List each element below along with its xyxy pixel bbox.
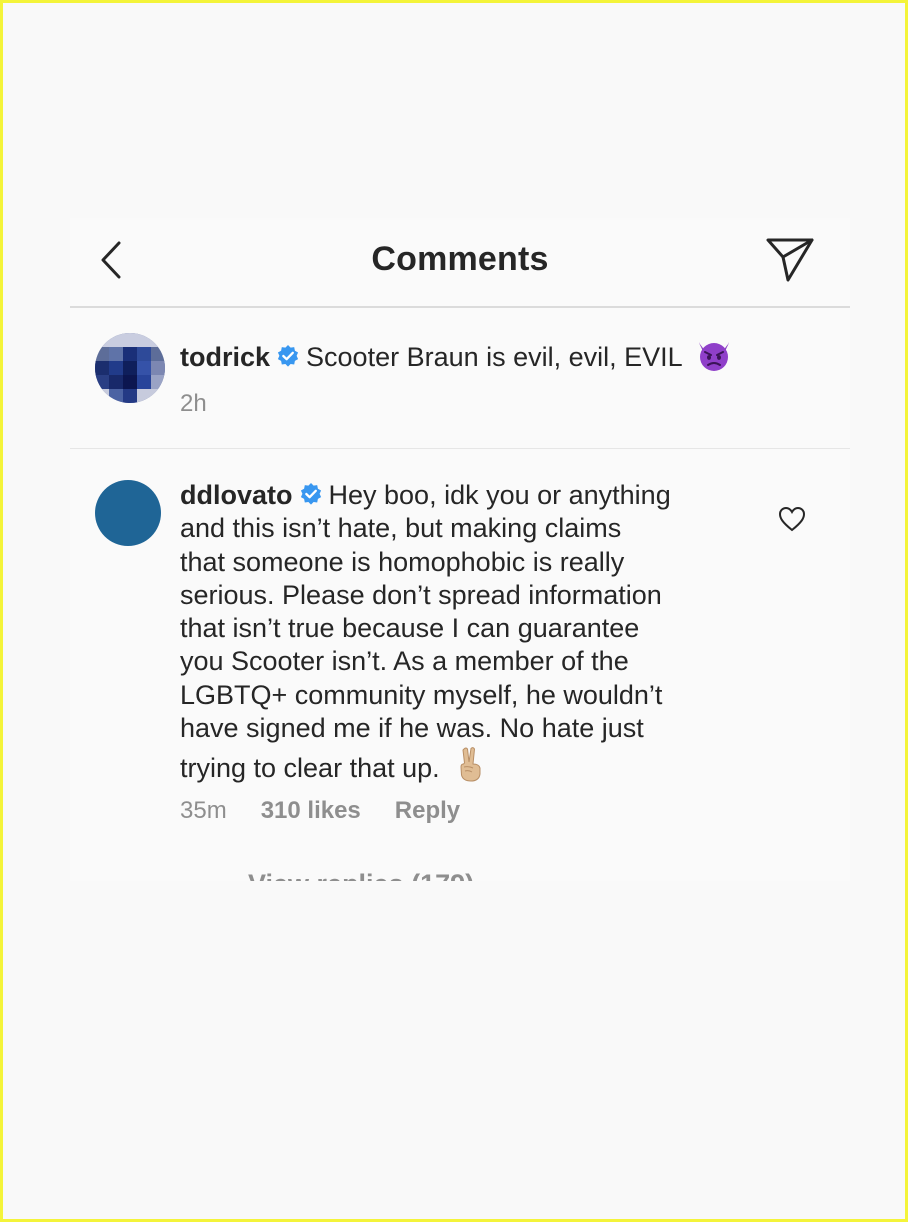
comments-header: Comments (70, 218, 850, 307)
comments-screen: Comments todrick Scooter Braun is evil, … (70, 218, 850, 881)
comment-body: todrick Scooter Braun is evil, evil, EVI… (180, 338, 733, 374)
avatar[interactable] (95, 480, 161, 546)
reply-button[interactable]: Reply (395, 797, 460, 824)
header-divider (70, 306, 850, 308)
likes-count[interactable]: 310 likes (261, 797, 361, 824)
verified-badge-icon (277, 345, 299, 367)
verified-badge-icon (300, 483, 321, 505)
comment-line: and this isn’t hate, but making claims (180, 513, 622, 544)
comment-line: LGBTQ+ community myself, he wouldn’t (180, 679, 663, 710)
comment-time: 35m (180, 797, 227, 824)
comment-text: Scooter Braun is evil, evil, EVIL (306, 342, 682, 372)
page-title: Comments (371, 240, 549, 278)
view-replies-button[interactable]: View replies (179) (248, 872, 474, 881)
comment-line: Hey boo, idk you or anything (328, 480, 671, 510)
comment-body: ddlovato Hey boo, idk you or anything an… (180, 479, 760, 786)
comment-meta: 2h (180, 390, 207, 418)
username[interactable]: ddlovato (180, 480, 293, 510)
comment-line: that someone is homophobic is really (180, 546, 625, 577)
comment-meta: 35m 310 likes Reply (180, 797, 460, 825)
comment-line: you Scooter isn’t. As a member of the (180, 646, 629, 677)
angry-devil-emoji (699, 342, 730, 371)
paper-plane-icon[interactable] (764, 236, 816, 284)
comment-line: serious. Please don’t spread information (180, 579, 662, 610)
comment-line: that isn’t true because I can guarantee (180, 613, 640, 644)
comment-line: have signed me if he was. No hate just (180, 713, 644, 744)
comment-time: 2h (180, 390, 207, 417)
username[interactable]: todrick (180, 342, 270, 372)
caption-divider (70, 448, 850, 449)
heart-outline-icon[interactable] (777, 505, 807, 533)
victory-hand-emoji (460, 747, 481, 782)
comment-line: trying to clear that up. (180, 753, 440, 784)
avatar[interactable] (95, 333, 165, 403)
